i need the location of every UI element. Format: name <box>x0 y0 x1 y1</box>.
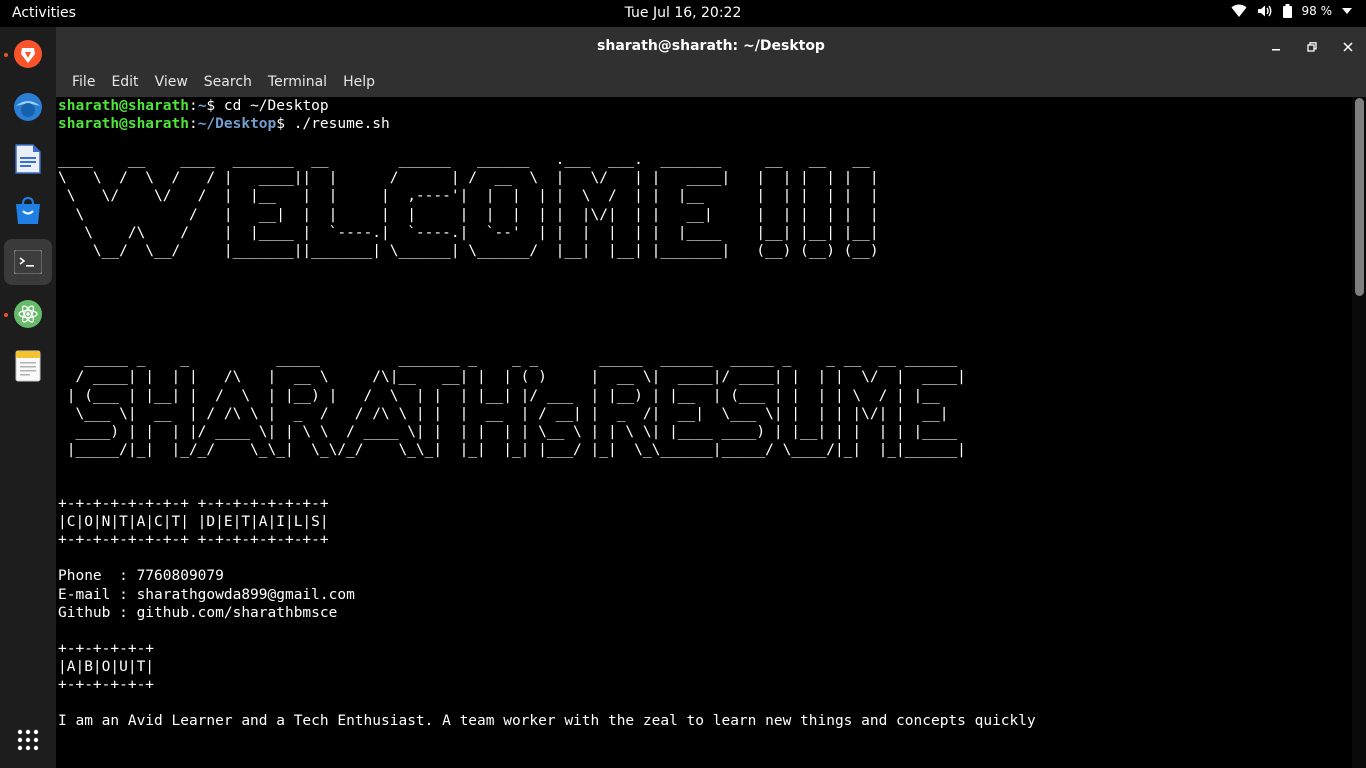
prompt-command: cd ~/Desktop <box>215 98 329 114</box>
menu-help[interactable]: Help <box>335 74 383 90</box>
about-header-line: |A|B|O|U|T| <box>58 658 155 675</box>
prompt-command: ./resume.sh <box>285 116 390 133</box>
dock-item-show-apps[interactable] <box>4 717 52 763</box>
contact-github: Github : github.com/sharathbmsce <box>58 604 338 621</box>
resume-art-line: ____) | | | |/ ____ \| | \ \ / ____ \| |… <box>58 423 966 440</box>
terminal-scrollbar[interactable] <box>1352 97 1366 768</box>
dock-item-thunderbird[interactable] <box>4 84 52 130</box>
terminal-window: sharath@sharath: ~/Desktop File Edit Vie… <box>56 27 1366 768</box>
window-titlebar[interactable]: sharath@sharath: ~/Desktop <box>56 27 1366 67</box>
clock[interactable]: Tue Jul 16, 20:22 <box>625 5 742 21</box>
dock <box>0 27 56 768</box>
prompt-user: sharath@sharath <box>58 116 189 133</box>
about-text: I am an Avid Learner and a Tech Enthusia… <box>58 713 1036 730</box>
resume-art-line: |_____/|_| |_/_/ \_\_| \_\/_/ \_\_| |_| … <box>58 441 966 458</box>
system-menu-chevron-icon[interactable] <box>1342 8 1352 14</box>
scrollbar-thumb[interactable] <box>1355 98 1364 296</box>
prompt-path: ~/Desktop <box>197 116 277 133</box>
about-header-line: +-+-+-+-+-+ <box>58 677 155 693</box>
prompt-path: ~ <box>197 98 207 114</box>
system-tray[interactable]: 98 % <box>1231 4 1352 18</box>
prompt-user: sharath@sharath <box>58 98 189 114</box>
dock-item-app-center[interactable] <box>4 188 52 234</box>
terminal-output[interactable]: sharath@sharath:~$ cd ~/Desktop sharath@… <box>56 97 1352 768</box>
restore-icon <box>1307 42 1317 52</box>
prompt-line: sharath@sharath:~$ cd ~/Desktop <box>58 98 329 114</box>
top-bar: Activities Tue Jul 16, 20:22 98 % <box>0 0 1366 27</box>
dock-item-atom[interactable] <box>4 291 52 337</box>
app-grid-icon <box>17 729 39 751</box>
welcome-art-line: \__/ \__/ |_______||_______| \______| \_… <box>58 242 888 259</box>
welcome-art-line: \ \/ \/ / | |__ | | | ,----'| | | | | \ … <box>58 188 888 205</box>
menu-edit[interactable]: Edit <box>103 74 146 90</box>
resume-art-line: | (___ | |__| | / \ | |__) | / \ | | | |… <box>58 387 966 404</box>
menu-file[interactable]: File <box>64 74 103 90</box>
welcome-art-line: \ / | __| | | | | | | | | | |\/| | | __|… <box>58 206 888 223</box>
contact-email: E-mail : sharathgowda899@gmail.com <box>58 586 355 603</box>
atom-editor-icon <box>14 300 42 328</box>
minimize-icon <box>1272 49 1280 51</box>
thunderbird-icon <box>14 93 42 121</box>
menu-bar: File Edit View Search Terminal Help <box>56 67 1366 97</box>
close-button[interactable] <box>1330 27 1366 67</box>
contact-header-line: +-+-+-+-+-+-+-+ +-+-+-+-+-+-+-+ <box>58 532 329 549</box>
menu-view[interactable]: View <box>147 74 196 90</box>
maximize-button[interactable] <box>1294 27 1330 67</box>
app-center-icon <box>16 197 40 224</box>
text-editor-icon <box>15 350 41 382</box>
resume-art-line: \___ \| __ | / /\ \ | _ / / /\ \ | | | _… <box>58 405 966 422</box>
contact-header-line: |C|O|N|T|A|C|T| |D|E|T|A|I|L|S| <box>58 514 329 531</box>
clock-container: Tue Jul 16, 20:22 <box>0 5 1366 21</box>
resume-art-line: _____ _ _ _____ _______ _ _ _ _____ ____… <box>58 351 966 368</box>
battery-icon[interactable] <box>1282 4 1292 18</box>
resume-art-line: / ____| | | | /\ | __ \ /\|__ __| | | ( … <box>58 369 966 386</box>
about-header-line: +-+-+-+-+-+ <box>58 640 155 657</box>
prompt-line: sharath@sharath:~/Desktop$ ./resume.sh <box>58 116 390 133</box>
welcome-art-line: \ /\ / | |____ | `----.| `----.| `--' | … <box>58 224 888 241</box>
dock-item-terminal[interactable] <box>4 239 52 285</box>
battery-percentage[interactable]: 98 % <box>1302 4 1333 18</box>
welcome-art-line: \ \ / \ / / | ____|| | / | / __ \ | \/ |… <box>58 170 888 187</box>
terminal-icon <box>14 250 42 274</box>
minimize-button[interactable] <box>1258 27 1294 67</box>
wifi-icon[interactable] <box>1231 4 1247 18</box>
dock-item-writer[interactable] <box>4 136 52 182</box>
brave-browser-icon <box>14 40 42 68</box>
menu-terminal[interactable]: Terminal <box>260 74 335 90</box>
libreoffice-writer-icon <box>15 144 41 174</box>
dock-item-text-editor[interactable] <box>4 343 52 389</box>
activities-button[interactable]: Activities <box>12 5 76 21</box>
contact-header-line: +-+-+-+-+-+-+-+ +-+-+-+-+-+-+-+ <box>58 496 329 513</box>
welcome-art-line: ____ __ ____ _______ __ ______ ______ ._… <box>58 152 888 169</box>
contact-phone: Phone : 7760809079 <box>58 568 224 585</box>
menu-search[interactable]: Search <box>196 74 260 90</box>
dock-item-brave[interactable] <box>4 31 52 77</box>
window-controls <box>1258 27 1366 67</box>
window-title: sharath@sharath: ~/Desktop <box>597 38 825 54</box>
close-icon <box>1343 42 1353 52</box>
volume-icon[interactable] <box>1257 4 1273 18</box>
